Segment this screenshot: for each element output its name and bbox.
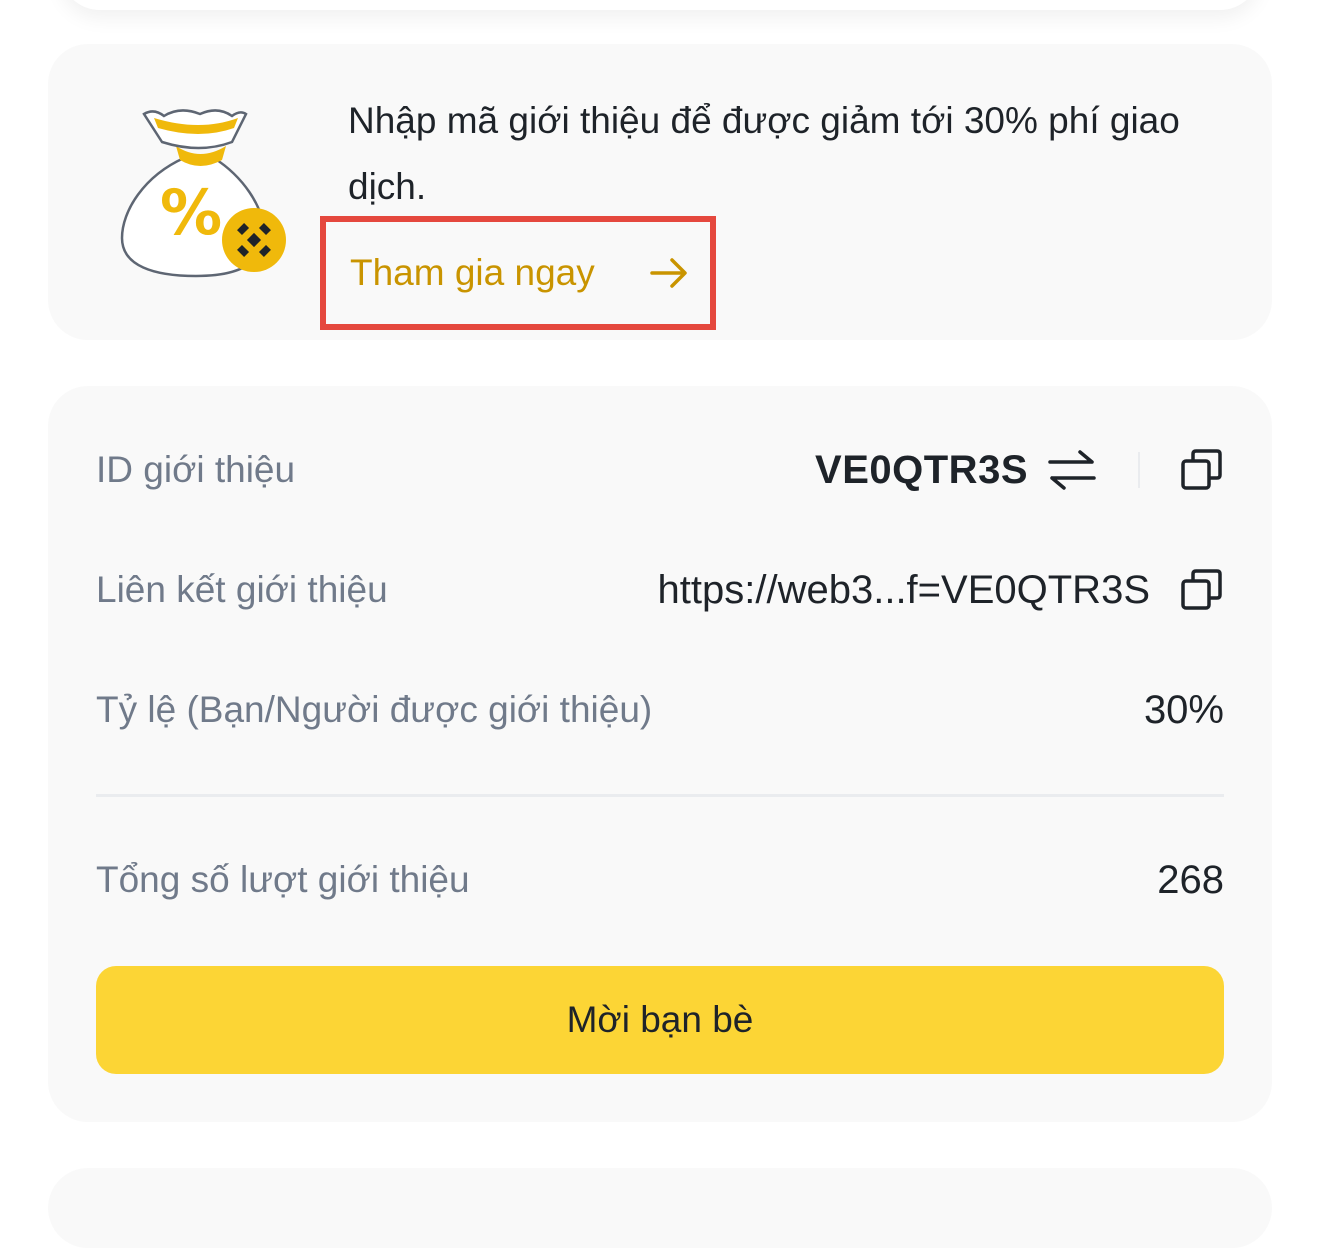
- referral-id-row: ID giới thiệu VE0QTR3S: [96, 440, 1224, 500]
- join-now-label: Tham gia ngay: [350, 252, 595, 293]
- swap-arrows-icon[interactable]: [1046, 448, 1098, 492]
- referral-stats-card: ID giới thiệu VE0QTR3S Liên kết giới thi…: [48, 386, 1272, 1122]
- total-referrals-label: Tổng số lượt giới thiệu: [96, 859, 470, 900]
- referral-link-value: https://web3...f=VE0QTR3S: [657, 567, 1150, 612]
- referral-link-row: Liên kết giới thiệu https://web3...f=VE0…: [96, 560, 1224, 620]
- svg-text:%: %: [160, 176, 222, 249]
- commission-ratio-value: 30%: [1143, 687, 1224, 732]
- copy-icon[interactable]: [1180, 448, 1224, 492]
- vertical-divider: [1138, 452, 1140, 488]
- total-referrals-row: Tổng số lượt giới thiệu 268: [96, 850, 1224, 910]
- referral-link-label: Liên kết giới thiệu: [96, 569, 388, 610]
- referral-id-value: VE0QTR3S: [815, 447, 1028, 492]
- invite-friends-button[interactable]: Mời bạn bè: [96, 966, 1224, 1074]
- promo-message: Nhập mã giới thiệu để được giảm tới 30% …: [348, 100, 1180, 207]
- copy-icon[interactable]: [1180, 568, 1224, 612]
- total-referrals-value: 268: [1157, 857, 1224, 902]
- previous-card-edge: [60, 0, 1260, 10]
- arrow-right-icon: [650, 258, 687, 288]
- money-bag-percent-icon: %: [120, 109, 286, 278]
- commission-ratio-label: Tỷ lệ (Bạn/Người được giới thiệu): [96, 689, 653, 730]
- commission-ratio-row: Tỷ lệ (Bạn/Người được giới thiệu) 30%: [96, 680, 1224, 740]
- section-divider: [96, 794, 1224, 797]
- join-now-link[interactable]: Tham gia ngay: [320, 216, 716, 330]
- referral-id-label: ID giới thiệu: [96, 449, 296, 490]
- next-card: [48, 1168, 1272, 1248]
- referral-promo-card: % Nhập mã giới thiệu để được giảm tới 30…: [48, 44, 1272, 340]
